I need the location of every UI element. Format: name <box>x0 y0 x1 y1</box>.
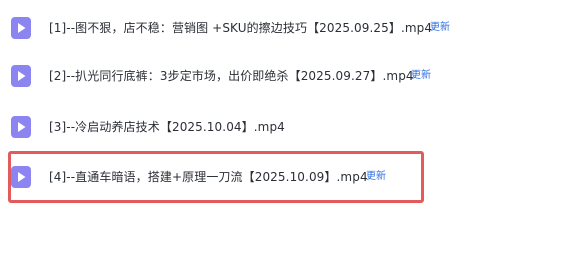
file-name: [2]--扒光同行底裤：3步定市场，出价即绝杀【2025.09.27】.mp4 <box>49 69 414 83</box>
video-file-icon <box>11 116 31 138</box>
file-row-1[interactable]: [1]--图不狠，店不稳：营销图 +SKU的擦边技巧【2025.09.25】.m… <box>0 9 571 47</box>
file-row-2[interactable]: [2]--扒光同行底裤：3步定市场，出价即绝杀【2025.09.27】.mp4 … <box>0 57 571 95</box>
update-badge: 更新 <box>411 70 431 81</box>
highlight-box <box>8 151 424 203</box>
update-badge: 更新 <box>430 22 450 33</box>
video-file-icon <box>11 17 31 39</box>
file-name: [1]--图不狠，店不稳：营销图 +SKU的擦边技巧【2025.09.25】.m… <box>49 21 433 35</box>
file-row-3[interactable]: [3]--冷启动养店技术【2025.10.04】.mp4 <box>0 108 571 146</box>
file-name: [3]--冷启动养店技术【2025.10.04】.mp4 <box>49 120 285 134</box>
file-list: [1]--图不狠，店不稳：营销图 +SKU的擦边技巧【2025.09.25】.m… <box>0 0 571 271</box>
video-file-icon <box>11 65 31 87</box>
